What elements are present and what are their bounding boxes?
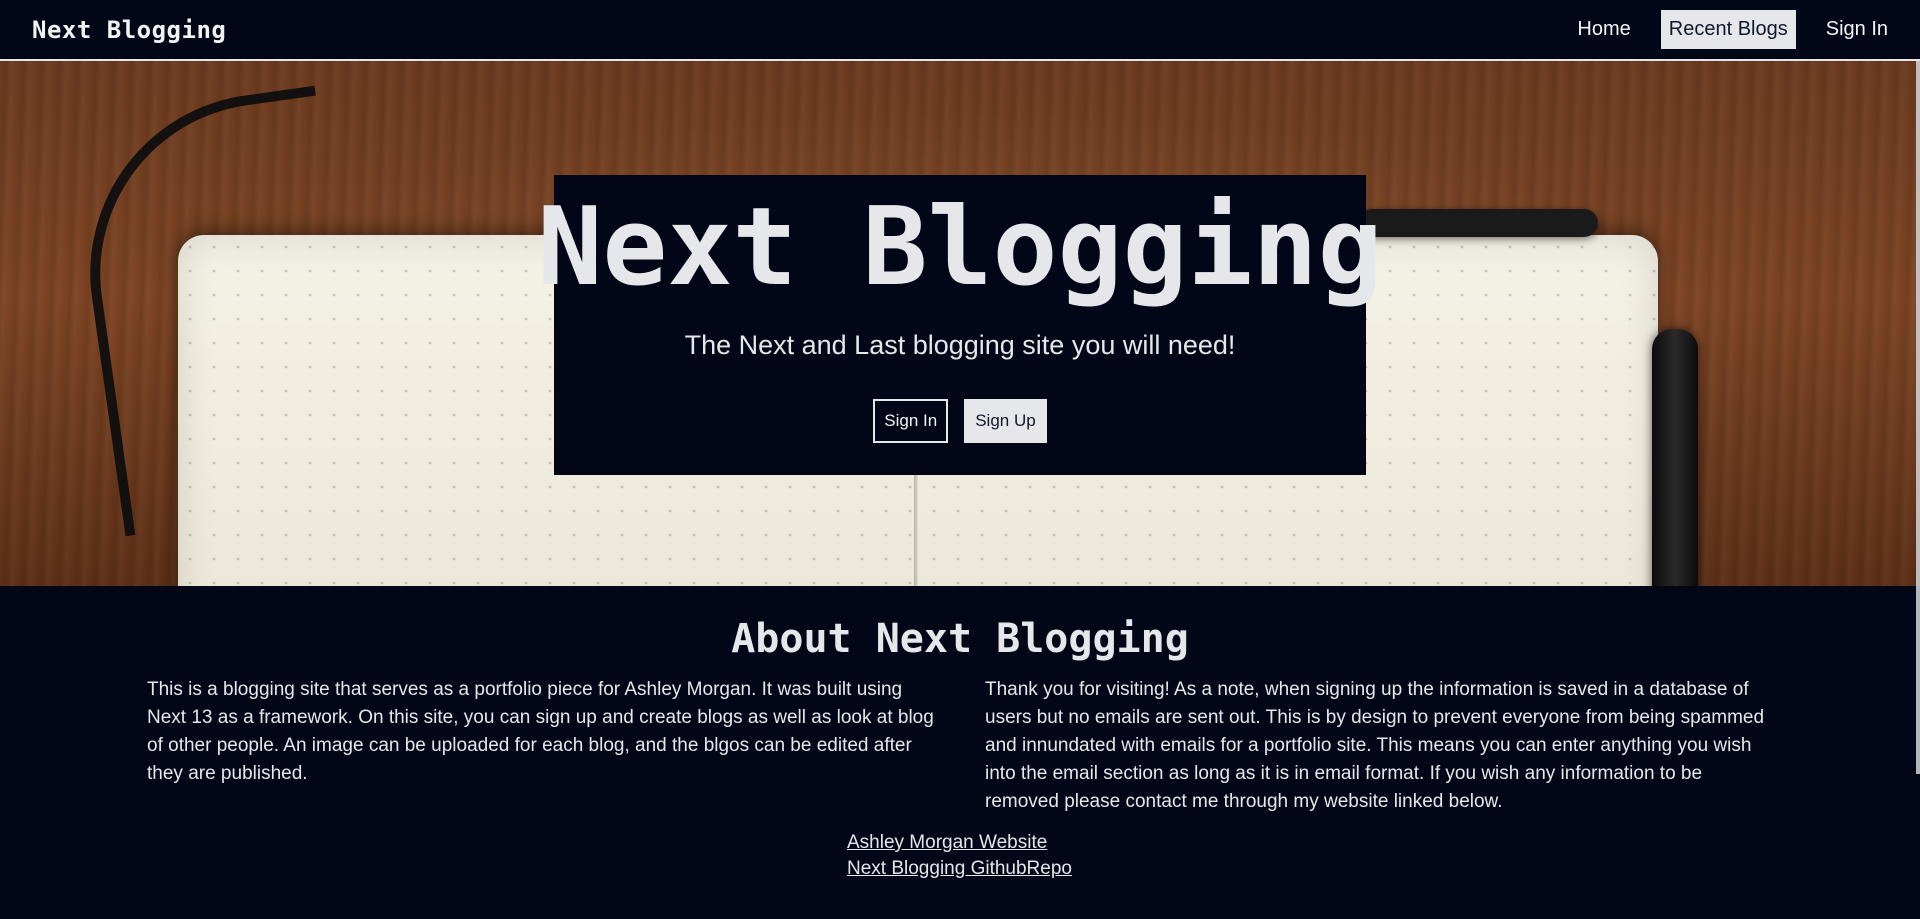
nav-link-home[interactable]: Home [1569,10,1638,49]
nav-link-recent-blogs[interactable]: Recent Blogs [1660,10,1796,49]
hero-title: Next Blogging [537,185,1383,310]
ashley-morgan-website-link[interactable]: Ashley Morgan Website [847,832,1072,854]
about-right-paragraph: Thank you for visiting! As a note, when … [985,679,1765,812]
nav-link-sign-in[interactable]: Sign In [1818,10,1896,49]
brand-logo[interactable]: Next Blogging [32,16,226,44]
about-section: About Next Blogging This is a blogging s… [0,586,1920,919]
hero-buttons: Sign In Sign Up [873,398,1047,443]
hero-sign-up-button[interactable]: Sign Up [964,398,1047,443]
about-links: Ashley Morgan Website Next Blogging Gith… [847,832,1072,880]
hero-section: Next Blogging The Next and Last blogging… [0,61,1920,586]
hero-pen-cap [1358,209,1598,237]
navbar: Next Blogging Home Recent Blogs Sign In [0,0,1920,61]
page-scrollbar[interactable] [1916,61,1920,774]
about-left-paragraph: This is a blogging site that serves as a… [147,679,934,784]
hero-subtitle: The Next and Last blogging site you will… [684,329,1236,360]
hero-sign-in-button[interactable]: Sign In [873,398,949,443]
hero-card: Next Blogging The Next and Last blogging… [537,175,1383,475]
about-columns: This is a blogging site that serves as a… [0,676,1920,816]
github-repo-link[interactable]: Next Blogging GithubRepo [847,858,1072,880]
hero-pen [1652,329,1698,586]
nav-links: Home Recent Blogs Sign In [1569,10,1896,49]
about-title: About Next Blogging [731,616,1189,662]
